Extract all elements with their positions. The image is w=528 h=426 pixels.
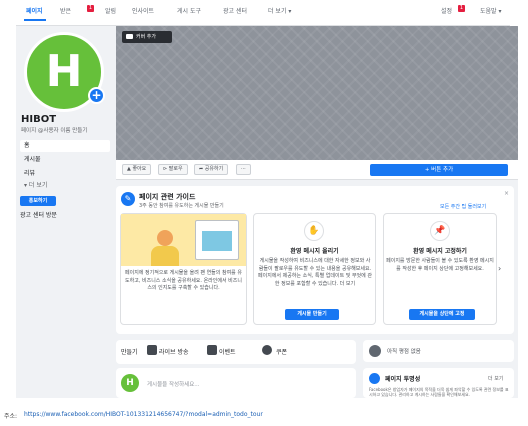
settings-link[interactable]: 설정: [441, 6, 452, 15]
live-video-icon: [147, 345, 157, 355]
url-label: 주소:: [4, 413, 18, 420]
settings-badge: 1: [458, 5, 465, 12]
transparency-title: 페이지 투명성: [385, 376, 421, 383]
follow-button[interactable]: ⊳ 팔로우: [158, 164, 188, 175]
tab-more[interactable]: 더 보기 ▾: [268, 6, 291, 15]
guide-title: 페이지 관련 가이드: [139, 193, 196, 201]
tab-ad-center[interactable]: 광고 센터: [223, 6, 247, 15]
sidebar-item-home[interactable]: 홈: [20, 140, 110, 152]
promote-button[interactable]: 홍보하기: [20, 196, 56, 206]
create-label: 만들기: [121, 349, 138, 356]
calendar-icon: [207, 345, 217, 355]
post-preview-illustration: [195, 220, 239, 260]
pin-icon: 📌: [430, 221, 450, 241]
sidebar-item-posts[interactable]: 게시물: [20, 154, 110, 166]
guide-illustration: [121, 214, 246, 266]
person-body-illustration: [151, 246, 179, 266]
page-title: HIBOT: [21, 114, 57, 125]
guide-subtitle: 3주 동안 참여를 유도하는 게시물 만들기: [139, 203, 224, 209]
add-photo-icon[interactable]: +: [88, 87, 105, 104]
pin-post-title: 환영 메시지 고정하기: [413, 248, 467, 255]
transparency-card: 페이지 투명성 더 보기 Facebook은 창업자가 페이지의 목적을 더욱 …: [363, 368, 514, 398]
ad-center-link[interactable]: 광고 센터 방문: [20, 210, 57, 219]
inbox-badge: 1: [87, 5, 94, 12]
add-button-button[interactable]: + 버튼 추가: [370, 164, 508, 176]
see-all-tips-link[interactable]: 모든 주간 팁 둘러보기: [440, 203, 486, 210]
post-input[interactable]: 게시물을 작성하세요...: [147, 380, 200, 388]
more-actions-button[interactable]: ···: [236, 164, 251, 175]
tab-inbox[interactable]: 받은: [60, 6, 71, 15]
create-post-button[interactable]: 게시물 만들기: [285, 309, 339, 320]
pin-post-text: 페이지를 방문한 사람들이 볼 수 있도록 환영 메시지를 작성한 후 페이지 …: [386, 258, 494, 272]
tab-insights[interactable]: 인사이트: [132, 6, 154, 15]
pin-post-button[interactable]: 게시물을 상단에 고정: [409, 309, 475, 320]
tab-page[interactable]: 페이지: [26, 6, 43, 15]
no-ratings-text: 아직 평점 없음: [387, 349, 421, 355]
live-broadcast-button[interactable]: 라이브 방송: [159, 347, 189, 356]
next-arrow-icon[interactable]: ›: [498, 264, 501, 273]
person-head-illustration: [157, 230, 173, 246]
preview-image: [202, 231, 232, 251]
share-button[interactable]: ➦ 공유하기: [194, 164, 229, 175]
coupon-icon: [262, 345, 272, 355]
guide-icon: ✎: [121, 192, 135, 206]
avatar: H: [121, 374, 139, 392]
add-cover-button[interactable]: 커버 추가: [122, 31, 172, 43]
welcome-post-text: 게시물을 작성하여 비즈니스에 대한 자세한 정보와 사람들이 팔로우를 유도할…: [258, 258, 372, 287]
add-cover-label: 커버 추가: [136, 34, 156, 40]
tab-publishing-tools[interactable]: 게시 도구: [177, 6, 201, 15]
camera-icon: [126, 34, 133, 39]
event-button[interactable]: 이벤트: [219, 347, 236, 356]
offer-button[interactable]: 쿠폰: [276, 347, 287, 356]
cover-photo: [116, 26, 518, 160]
guide-card-intro-text: 페이지에 정기적으로 게시물을 올려 팬 연들의 참여를 유도하고, 비즈니스 …: [125, 270, 242, 291]
help-menu[interactable]: 도움말 ▾: [480, 6, 501, 15]
facebook-icon: [369, 373, 380, 384]
rating-icon: [369, 345, 381, 357]
welcome-post-title: 환영 메시지 올리기: [290, 248, 339, 255]
active-tab-underline: [24, 19, 46, 21]
close-icon[interactable]: ×: [504, 190, 509, 197]
status-url: https://www.facebook.com/HIBOT-101331214…: [24, 411, 263, 418]
sidebar-item-more[interactable]: ▾ 더 보기: [20, 180, 110, 192]
sidebar-item-reviews[interactable]: 리뷰: [20, 168, 110, 180]
create-username-link[interactable]: 페이지 @사용자 이름 만들기: [21, 126, 87, 134]
hand-wave-icon: ✋: [304, 221, 324, 241]
like-button[interactable]: ▲ 좋아요: [122, 164, 152, 175]
tab-notifications[interactable]: 알림: [105, 6, 116, 15]
transparency-text: Facebook은 창업자가 페이지의 목적을 더욱 쉽게 파악할 수 있도록 …: [369, 387, 509, 397]
ratings-card: 아직 평점 없음: [363, 340, 514, 362]
transparency-more-link[interactable]: 더 보기: [488, 375, 503, 382]
